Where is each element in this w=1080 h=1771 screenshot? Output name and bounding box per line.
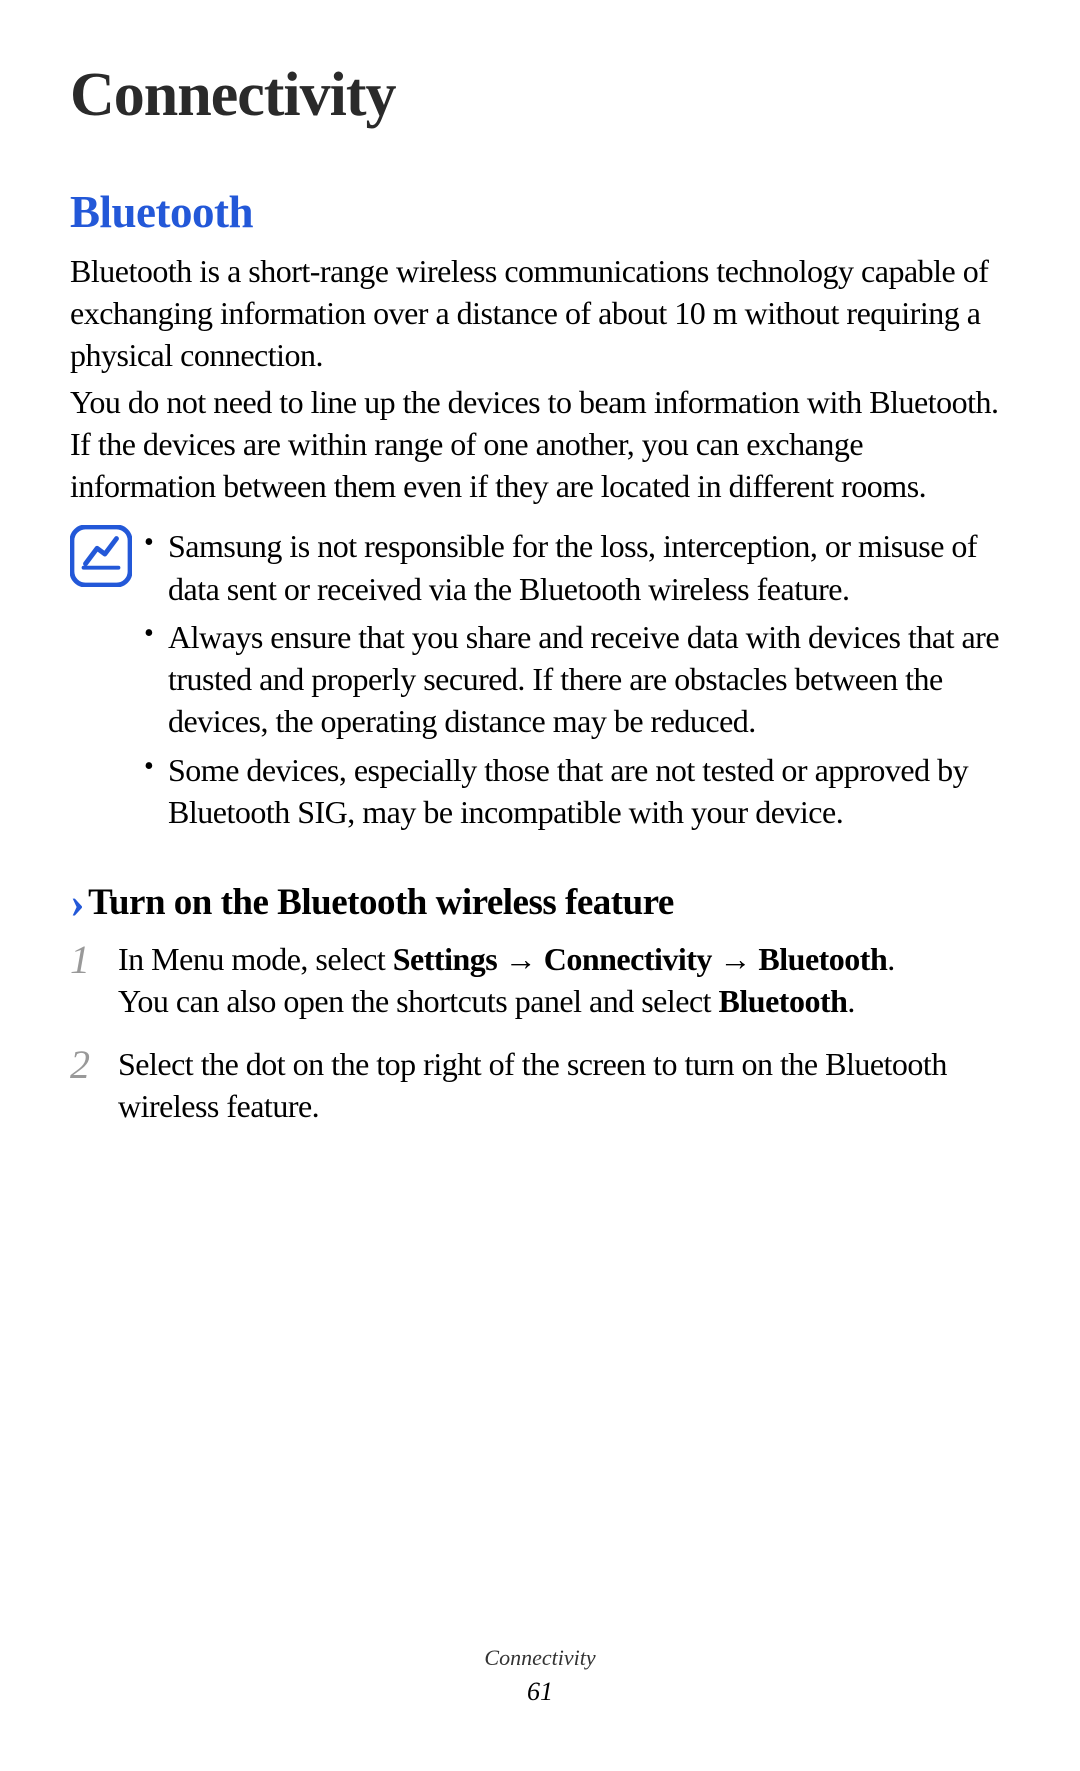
step-number-1: 1 [70,938,118,1022]
step-number-2: 2 [70,1043,118,1127]
note-block: • Samsung is not responsible for the los… [70,525,1010,839]
bullet-dot: • [144,525,168,609]
note-bullet-2: • Always ensure that you share and recei… [144,616,1010,743]
note-content: • Samsung is not responsible for the los… [144,525,1010,839]
bullet-dot: • [144,616,168,743]
note-bullet-1: • Samsung is not responsible for the los… [144,525,1010,609]
chapter-title: Connectivity [70,60,1010,131]
bullet-dot: • [144,749,168,833]
footer-page-number: 61 [0,1677,1080,1707]
subsection-title-text: Turn on the Bluetooth wireless feature [88,881,674,924]
subsection-title: › Turn on the Bluetooth wireless feature [70,877,1010,928]
note-bullet-3: • Some devices, especially those that ar… [144,749,1010,833]
note-text-1: Samsung is not responsible for the loss,… [168,525,1010,609]
intro-paragraph-1: Bluetooth is a short-range wireless comm… [70,250,1010,377]
step-content-1: In Menu mode, select Settings → Connecti… [118,938,1010,1022]
page-footer: Connectivity 61 [0,1645,1080,1707]
step-2: 2 Select the dot on the top right of the… [70,1043,1010,1127]
note-text-3: Some devices, especially those that are … [168,749,1010,833]
chevron-icon: › [70,877,84,928]
note-text-2: Always ensure that you share and receive… [168,616,1010,743]
footer-section-name: Connectivity [0,1645,1080,1671]
section-title-bluetooth: Bluetooth [70,186,1010,238]
intro-paragraph-2: You do not need to line up the devices t… [70,381,1010,508]
note-icon [70,525,132,587]
step-1: 1 In Menu mode, select Settings → Connec… [70,938,1010,1022]
step-content-2: Select the dot on the top right of the s… [118,1043,1010,1127]
